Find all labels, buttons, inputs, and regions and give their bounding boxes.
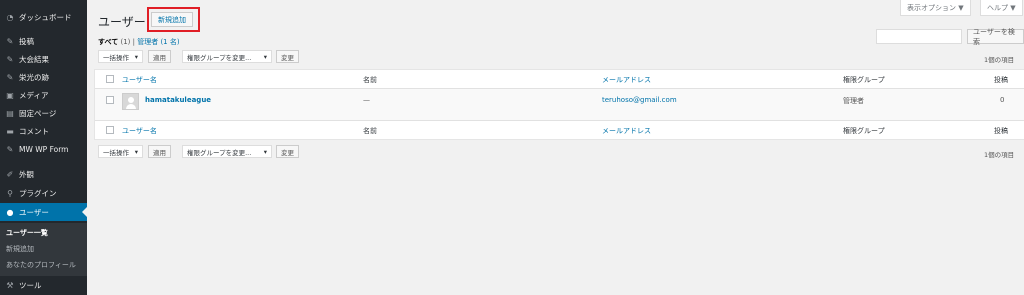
item-count-bottom: 1個の項目 (984, 151, 1015, 159)
role-change-select-bottom[interactable]: 権限グループを変更... ▾ (182, 145, 272, 158)
menu-label: コメント (19, 126, 49, 136)
menu-label: MW WP Form (19, 144, 69, 154)
bulk-action-label: 一括操作 (103, 148, 129, 157)
screen-options-button[interactable]: 表示オプション ▼ (900, 0, 971, 16)
item-count: 1個の項目 (984, 56, 1015, 64)
row-checkbox[interactable] (106, 96, 114, 104)
menu-item-mwwpform[interactable]: ✎ MW WP Form (0, 140, 87, 158)
filter-separator: | (132, 38, 135, 46)
role-change-label: 権限グループを変更... (187, 148, 252, 157)
column-username[interactable]: ユーザー名 (122, 75, 157, 85)
menu-item-dashboard[interactable]: ◔ ダッシュボード (0, 8, 87, 26)
apply-button-bottom[interactable]: 適用 (148, 145, 171, 158)
menu-label: ダッシュボード (19, 12, 72, 22)
role-filter-links: すべて (1) | 管理者 (1 名) (98, 37, 180, 47)
filter-all-count: (1) (120, 38, 131, 46)
submenu-all-users[interactable]: ユーザー一覧 (6, 228, 48, 238)
menu-item-comments[interactable]: ▬ コメント (0, 122, 87, 140)
dropdown-arrow-icon: ▾ (134, 147, 138, 156)
menu-label: プラグイン (19, 188, 57, 198)
select-all-checkbox[interactable] (106, 126, 114, 134)
appearance-icon: ✐ (6, 169, 14, 179)
search-users-button[interactable]: ユーザーを検索 (967, 28, 1024, 46)
bulk-action-label: 一括操作 (103, 53, 129, 62)
column-email[interactable]: メールアドレス (602, 75, 651, 85)
role-change-label: 権限グループを変更... (187, 53, 252, 62)
menu-label: メディア (19, 90, 49, 100)
highlight-box (147, 7, 200, 32)
dropdown-arrow-icon: ▾ (263, 147, 267, 156)
pin-icon: ✎ (6, 144, 14, 154)
menu-item-users[interactable]: ● ユーザー (0, 203, 87, 221)
menu-label: 栄光の跡 (19, 72, 49, 82)
users-table: ユーザー名 名前 メールアドレス 権限グループ 投稿 hamatakuleagu… (94, 69, 1024, 140)
pin-icon: ✎ (6, 36, 14, 46)
menu-item-results[interactable]: ✎ 大会結果 (0, 50, 87, 68)
menu-item-glory[interactable]: ✎ 栄光の跡 (0, 68, 87, 86)
menu-item-media[interactable]: ▣ メディア (0, 86, 87, 104)
search-input[interactable] (876, 29, 962, 44)
column-name: 名前 (363, 76, 377, 84)
table-row: hamatakuleague — teruhoso@gmail.com 管理者 … (95, 89, 1024, 120)
table-header: ユーザー名 名前 メールアドレス 権限グループ 投稿 (95, 70, 1024, 89)
menu-item-plugins[interactable]: ⚲ プラグイン (0, 184, 87, 202)
menu-label: 固定ページ (19, 108, 57, 118)
column-username[interactable]: ユーザー名 (122, 126, 157, 136)
menu-item-tools[interactable]: ⚒ ツール (0, 276, 87, 294)
submenu-add-new[interactable]: 新規追加 (6, 244, 34, 254)
user-posts: 0 (1000, 96, 1005, 104)
change-button[interactable]: 変更 (276, 50, 299, 63)
dashboard-icon: ◔ (6, 12, 14, 22)
column-name: 名前 (363, 127, 377, 135)
menu-item-appearance[interactable]: ✐ 外観 (0, 165, 87, 183)
menu-label: ユーザー (19, 207, 49, 217)
filter-admin[interactable]: 管理者 (137, 38, 158, 46)
role-change-select[interactable]: 権限グループを変更... ▾ (182, 50, 272, 63)
menu-label: 外観 (19, 169, 34, 179)
apply-button[interactable]: 適用 (148, 50, 171, 63)
menu-label: ツール (19, 280, 42, 290)
dropdown-arrow-icon: ▾ (263, 52, 267, 61)
user-login-link[interactable]: hamatakuleague (145, 96, 211, 104)
filter-all[interactable]: すべて (98, 38, 118, 46)
help-button[interactable]: ヘルプ ▼ (980, 0, 1023, 16)
users-submenu: ユーザー一覧 新規追加 あなたのプロフィール (0, 223, 87, 276)
column-role: 権限グループ (843, 76, 885, 84)
menu-item-posts[interactable]: ✎ 投稿 (0, 32, 87, 50)
pin-icon: ✎ (6, 72, 14, 82)
page-icon: ▤ (6, 108, 14, 118)
media-icon: ▣ (6, 90, 14, 100)
main-content: 表示オプション ▼ ヘルプ ▼ ユーザー 新規追加 すべて (1) | 管理者 … (87, 0, 1024, 295)
dropdown-arrow-icon: ▾ (134, 52, 138, 61)
menu-label: 大会結果 (19, 54, 49, 64)
column-posts: 投稿 (994, 127, 1008, 135)
bulk-action-select-bottom[interactable]: 一括操作 ▾ (98, 145, 143, 158)
page-title: ユーザー (98, 15, 146, 29)
submenu-profile[interactable]: あなたのプロフィール (6, 260, 76, 270)
column-role: 権限グループ (843, 127, 885, 135)
column-email[interactable]: メールアドレス (602, 126, 651, 136)
filter-admin-count: (1 名) (160, 38, 180, 46)
pin-icon: ✎ (6, 54, 14, 64)
comment-icon: ▬ (6, 126, 14, 136)
user-email-link[interactable]: teruhoso@gmail.com (602, 96, 677, 104)
avatar (122, 93, 139, 110)
tool-icon: ⚒ (6, 280, 14, 290)
user-icon: ● (6, 207, 14, 217)
column-posts: 投稿 (994, 76, 1008, 84)
menu-label: 投稿 (19, 36, 34, 46)
plugin-icon: ⚲ (7, 188, 13, 198)
user-role: 管理者 (843, 97, 864, 105)
bulk-action-select[interactable]: 一括操作 ▾ (98, 50, 143, 63)
select-all-checkbox[interactable] (106, 75, 114, 83)
menu-item-pages[interactable]: ▤ 固定ページ (0, 104, 87, 122)
user-name: — (363, 96, 370, 104)
table-footer: ユーザー名 名前 メールアドレス 権限グループ 投稿 (95, 120, 1024, 140)
admin-sidebar: ◔ ダッシュボード ✎ 投稿 ✎ 大会結果 ✎ 栄光の跡 ▣ メディア ▤ 固定ページ ▬ コ… (0, 0, 87, 295)
change-button-bottom[interactable]: 変更 (276, 145, 299, 158)
